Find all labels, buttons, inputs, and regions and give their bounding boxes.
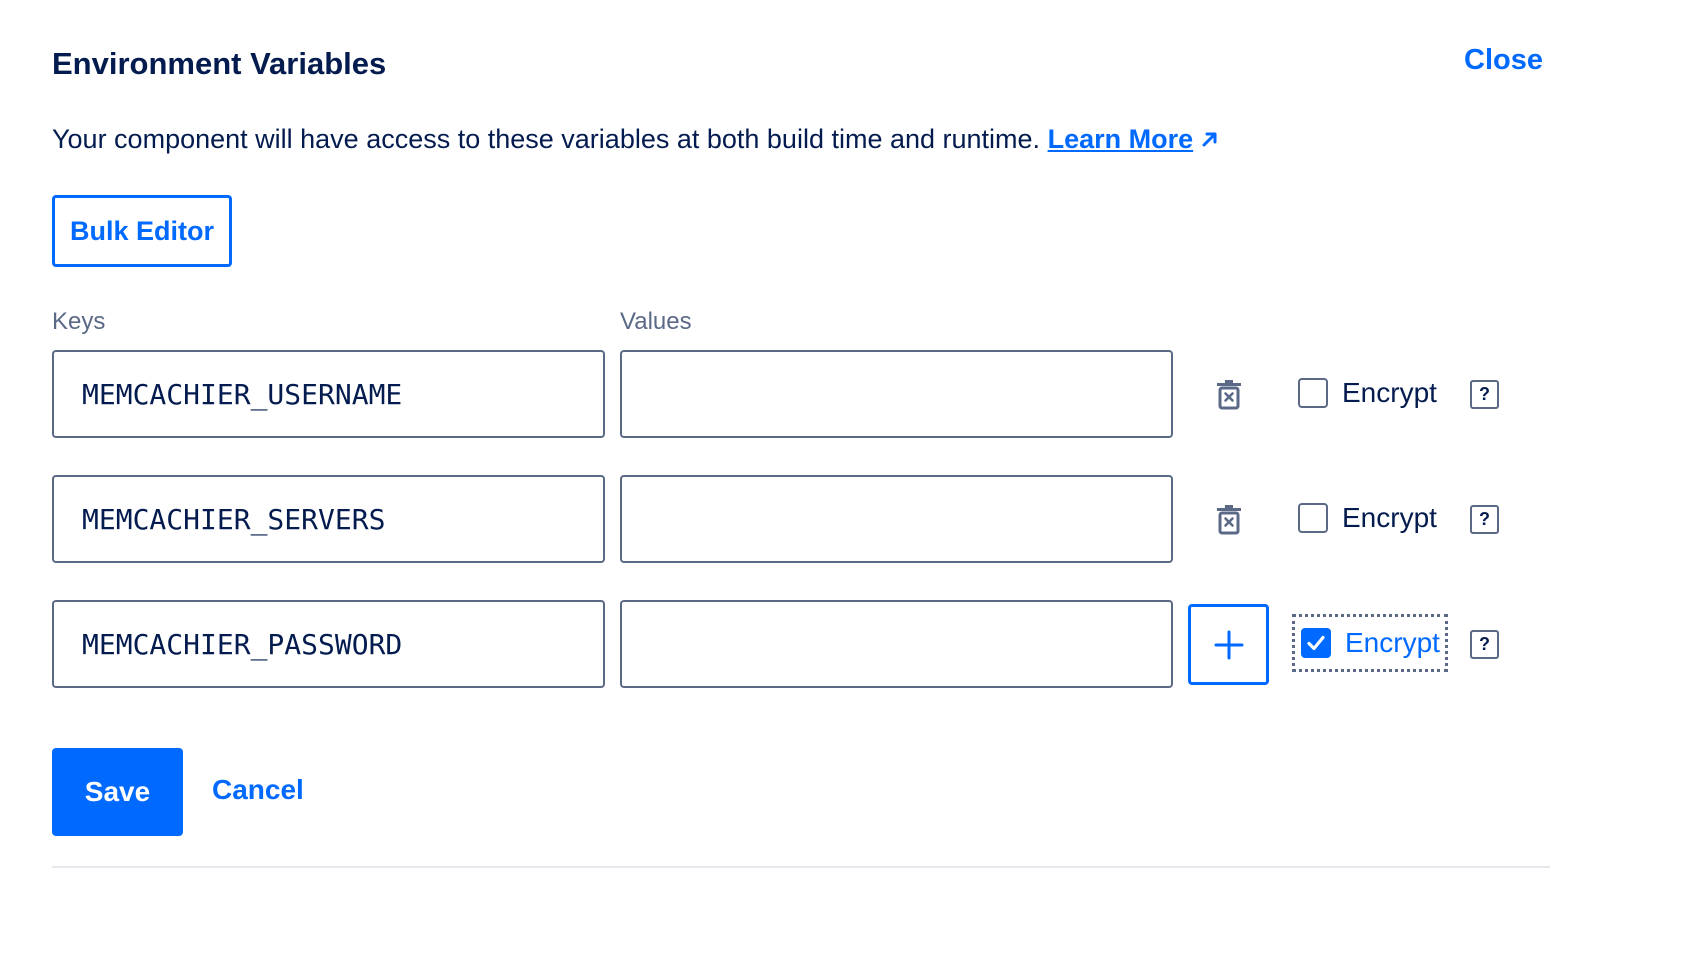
checkbox-box[interactable] bbox=[1298, 378, 1328, 408]
plus-icon bbox=[1214, 630, 1243, 659]
encrypt-checkbox[interactable]: Encrypt bbox=[1292, 614, 1448, 672]
env-var-row: Encrypt ? bbox=[0, 600, 1700, 688]
learn-more-label: Learn More bbox=[1047, 124, 1194, 154]
checkmark-icon bbox=[1307, 635, 1325, 651]
encrypt-checkbox[interactable]: Encrypt bbox=[1292, 364, 1448, 422]
value-input[interactable] bbox=[620, 475, 1173, 563]
bulk-editor-button[interactable]: Bulk Editor bbox=[52, 195, 232, 267]
external-link-arrow-icon bbox=[1202, 132, 1217, 147]
env-var-row: Encrypt ? bbox=[0, 475, 1700, 563]
add-variable-button[interactable] bbox=[1188, 604, 1269, 685]
close-button[interactable]: Close bbox=[1464, 44, 1543, 77]
cancel-button[interactable]: Cancel bbox=[212, 774, 304, 806]
encrypt-label: Encrypt bbox=[1345, 627, 1440, 658]
keys-column-label: Keys bbox=[52, 308, 106, 335]
values-column-label: Values bbox=[620, 308, 692, 335]
trash-icon[interactable] bbox=[1212, 503, 1246, 537]
help-icon[interactable]: ? bbox=[1470, 505, 1499, 534]
value-input[interactable] bbox=[620, 600, 1173, 688]
encrypt-label: Encrypt bbox=[1342, 377, 1437, 408]
save-button[interactable]: Save bbox=[52, 748, 183, 836]
help-icon[interactable]: ? bbox=[1470, 630, 1499, 659]
description-text: Your component will have access to these… bbox=[52, 124, 1041, 154]
help-icon[interactable]: ? bbox=[1470, 380, 1499, 409]
divider bbox=[52, 866, 1550, 868]
env-var-row: Encrypt ? bbox=[0, 350, 1700, 438]
learn-more-link[interactable]: Learn More bbox=[1048, 124, 1222, 154]
page-title: Environment Variables bbox=[52, 46, 387, 81]
key-input[interactable] bbox=[52, 600, 605, 688]
environment-variables-panel: Environment Variables Close Your compone… bbox=[0, 0, 1700, 954]
description: Your component will have access to these… bbox=[52, 124, 1221, 155]
trash-icon[interactable] bbox=[1212, 378, 1246, 412]
key-input[interactable] bbox=[52, 475, 605, 563]
encrypt-label: Encrypt bbox=[1342, 502, 1437, 533]
checkbox-box[interactable] bbox=[1298, 503, 1328, 533]
encrypt-checkbox[interactable]: Encrypt bbox=[1292, 489, 1448, 547]
checkbox-box[interactable] bbox=[1301, 628, 1331, 658]
key-input[interactable] bbox=[52, 350, 605, 438]
value-input[interactable] bbox=[620, 350, 1173, 438]
